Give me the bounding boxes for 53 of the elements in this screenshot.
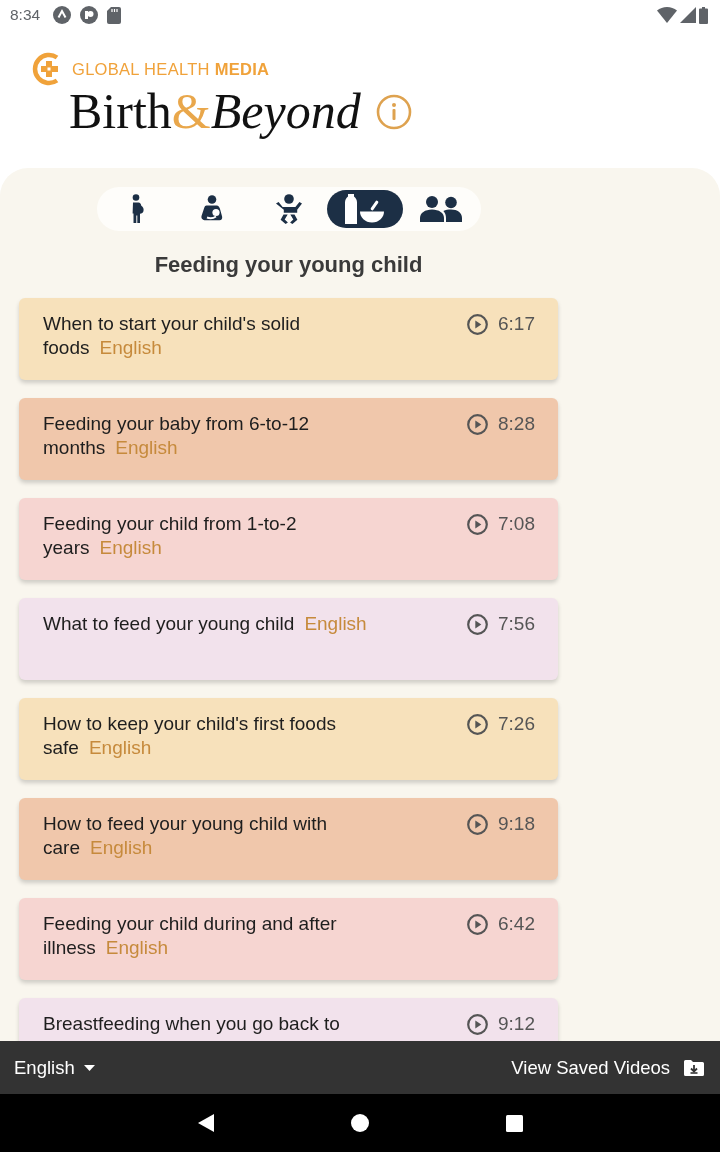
chevron-circle-icon [53,6,72,24]
video-card[interactable]: Feeding your child from 1-to-2 years English 7:08 [19,498,558,580]
video-card[interactable]: How to keep your child's first foods safe English 7:26 [19,698,558,780]
category-tab[interactable] [326,190,403,228]
video-info: Feeding your baby from 6-to-12 months English [43,412,311,460]
sd-card-icon [107,6,122,24]
language-dropdown[interactable]: English [14,1056,95,1079]
section-title: Feeding your young child [153,251,424,279]
video-card[interactable]: Breastfeeding when you go back to 9:12 [19,998,558,1041]
video-info: When to start your child's solid foods English [43,312,302,360]
app-notification-icon [80,6,99,24]
two-people-icon [419,196,462,222]
play-icon [467,813,488,835]
bottle-and-bowl-icon [344,194,385,224]
play-icon [467,613,488,635]
video-card[interactable]: Feeding your baby from 6-to-12 months English 8:28 [19,398,558,480]
play-icon [467,913,488,935]
play-icon [467,713,488,735]
video-card[interactable]: What to feed your young child English 7:56 [19,598,558,680]
play-icon [467,513,488,535]
play-icon [467,1013,488,1035]
video-duration: 6:42 [498,912,535,936]
recents-icon[interactable] [505,1114,523,1132]
play-icon [467,413,488,435]
wifi-icon [657,7,677,23]
video-duration: 6:17 [498,312,535,336]
video-duration: 9:12 [498,1012,535,1036]
video-info: How to feed your young child with care English [43,812,329,860]
folder-download-icon [684,1059,704,1076]
home-icon[interactable] [350,1114,369,1132]
caret-icon [83,1064,95,1071]
view-saved-videos-button[interactable]: View Saved Videos [511,1056,704,1079]
video-duration: 7:08 [498,512,535,536]
video-info: How to keep your child's first foods safe English [43,712,337,760]
video-info: Feeding your child during and after illness English [43,912,338,960]
baby-icon [274,194,303,224]
video-duration: 7:56 [498,612,535,636]
video-duration: 7:26 [498,712,535,736]
video-duration: 8:28 [498,412,535,436]
video-info: What to feed your young child English [43,612,368,636]
video-card[interactable]: When to start your child's solid foods English 6:17 [19,298,558,380]
video-card[interactable]: Feeding your child during and after illness English 6:42 [19,898,558,980]
back-icon[interactable] [197,1114,214,1132]
video-info: Breastfeeding when you go back to [43,1012,341,1036]
app-title: Birth&Beyond [69,84,361,138]
status-time: 8:34 [10,6,41,24]
signal-icon [680,7,696,23]
video-info: Feeding your child from 1-to-2 years English [43,512,298,560]
video-card[interactable]: How to feed your young child with care English 9:18 [19,798,558,880]
battery-icon [699,6,708,24]
play-icon [467,313,488,335]
brand-name: GLOBAL HEALTH MEDIA [72,59,270,79]
video-duration: 9:18 [498,812,535,836]
